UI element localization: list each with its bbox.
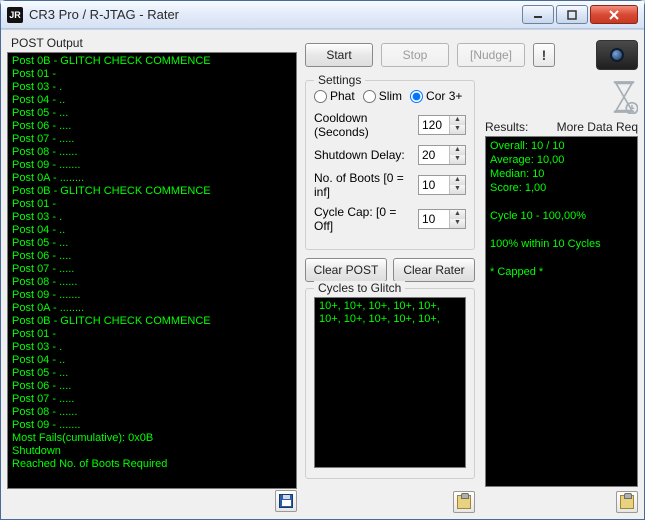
radio-cor3[interactable]: Cor 3+ [410,89,462,103]
boots-input[interactable] [419,176,449,194]
hourglass-icon [610,80,638,114]
chevron-down-icon[interactable]: ▼ [450,125,465,134]
start-button[interactable]: Start [305,43,373,67]
cooldown-input[interactable] [419,116,449,134]
clipboard-icon [457,495,471,509]
nudge-button[interactable]: [Nudge] [457,43,525,67]
radio-phat[interactable]: Phat [314,89,355,103]
radio-phat-label: Phat [330,89,355,103]
alert-button[interactable]: ! [533,43,555,67]
copy-results-button[interactable] [616,491,638,513]
results-label: Results: [485,120,528,134]
titlebar[interactable]: JR CR3 Pro / R-JTAG - Rater [1,1,644,29]
chevron-up-icon[interactable]: ▲ [450,146,465,155]
stop-button[interactable]: Stop [381,43,449,67]
boots-spinner[interactable]: ▲▼ [418,175,466,195]
save-post-button[interactable] [275,490,297,512]
shutdown-input[interactable] [419,146,449,164]
post-output-title: POST Output [11,36,297,50]
chevron-up-icon[interactable]: ▲ [450,116,465,125]
cycles-console[interactable]: 10+, 10+, 10+, 10+, 10+, 10+, 10+, 10+, … [314,297,466,468]
results-status: More Data Req [557,120,638,134]
chevron-up-icon[interactable]: ▲ [450,210,465,219]
maximize-button[interactable] [556,5,588,24]
toolbar: Start Stop [Nudge] ! [305,40,638,70]
client-area: POST Output Post 0B - GLITCH CHECK COMME… [1,29,644,519]
post-output-console[interactable]: Post 0B - GLITCH CHECK COMMENCE Post 01 … [7,52,297,489]
camera-icon [610,48,624,62]
results-column: Results: More Data Req Overall: 10 / 10 … [485,80,638,513]
cycles-legend: Cycles to Glitch [314,281,405,295]
post-output-panel: POST Output Post 0B - GLITCH CHECK COMME… [7,36,297,513]
clear-post-button[interactable]: Clear POST [305,258,387,282]
close-button[interactable] [590,5,638,24]
app-icon: JR [7,7,23,23]
right-panel: Start Stop [Nudge] ! Settings Phat [305,36,638,513]
close-icon [608,10,620,20]
shutdown-spinner[interactable]: ▲▼ [418,145,466,165]
screenshot-button[interactable] [596,40,638,70]
boots-label: No. of Boots [0 = inf] [314,171,418,199]
cyclecap-input[interactable] [419,210,449,228]
chevron-down-icon[interactable]: ▼ [450,185,465,194]
cyclecap-label: Cycle Cap: [0 = Off] [314,205,418,233]
cooldown-label: Cooldown (Seconds) [314,111,418,139]
copy-cycles-button[interactable] [453,491,475,513]
maximize-icon [567,10,577,20]
chevron-up-icon[interactable]: ▲ [450,176,465,185]
chevron-down-icon[interactable]: ▼ [450,219,465,228]
cooldown-spinner[interactable]: ▲▼ [418,115,466,135]
cycles-groupbox: Cycles to Glitch 10+, 10+, 10+, 10+, 10+… [305,288,475,479]
settings-column: Settings Phat Slim Cor 3+ Cooldown (Seco… [305,80,475,513]
radio-slim[interactable]: Slim [363,89,402,103]
settings-legend: Settings [314,73,365,87]
clear-rater-button[interactable]: Clear Rater [393,258,475,282]
settings-groupbox: Settings Phat Slim Cor 3+ Cooldown (Seco… [305,80,475,250]
radio-slim-label: Slim [379,89,402,103]
cyclecap-spinner[interactable]: ▲▼ [418,209,466,229]
minimize-icon [533,10,543,20]
floppy-icon [279,494,293,508]
clipboard-icon [620,495,634,509]
radio-cor3-label: Cor 3+ [426,89,462,103]
shutdown-label: Shutdown Delay: [314,148,405,162]
window-title: CR3 Pro / R-JTAG - Rater [29,7,522,22]
app-window: JR CR3 Pro / R-JTAG - Rater POST Output … [0,0,645,520]
minimize-button[interactable] [522,5,554,24]
chevron-down-icon[interactable]: ▼ [450,155,465,164]
results-console[interactable]: Overall: 10 / 10 Average: 10,00 Median: … [485,136,638,487]
